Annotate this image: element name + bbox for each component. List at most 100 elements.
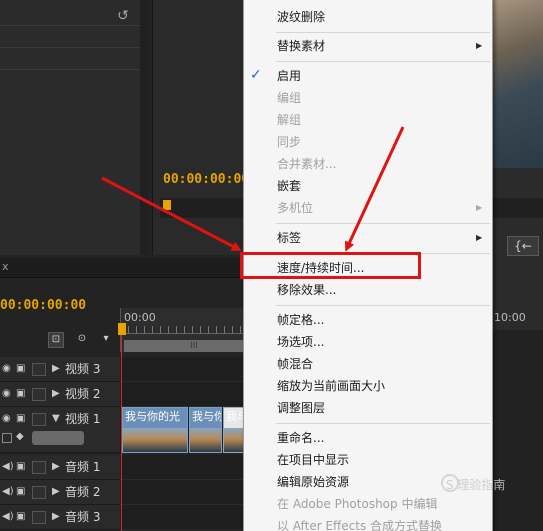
menu-item-frame-blend[interactable]: 帧混合	[277, 356, 313, 372]
menu-separator	[276, 305, 490, 306]
menu-item-reveal-in-project[interactable]: 在项目中显示	[277, 452, 349, 468]
menu-item-nest[interactable]: 嵌套	[277, 178, 301, 194]
track-audio-3: ◀) ▣ ▶ 音频 3	[0, 505, 247, 530]
eye-icon[interactable]: ◉	[2, 363, 14, 375]
menu-item-remove-effects[interactable]: 移除效果...	[277, 282, 336, 298]
expand-arrow-icon[interactable]: ▶	[52, 387, 60, 401]
monitor-timecode[interactable]: 00:00:00:00	[163, 172, 249, 187]
menu-item-merge-clips[interactable]: 合并素材...	[277, 156, 336, 172]
menu-item-replace-with-ae[interactable]: 以 After Effects 合成方式替换	[277, 518, 442, 531]
film-icon[interactable]: ▣	[16, 511, 28, 523]
undo-icon[interactable]: ↺	[114, 8, 132, 24]
watermark-text: S 理验指南	[446, 478, 506, 492]
video-clip[interactable]: 我与你	[189, 407, 222, 453]
project-scrollbar[interactable]	[140, 0, 148, 255]
menu-item-rename[interactable]: 重命名...	[277, 430, 324, 446]
monitor-playhead[interactable]	[163, 200, 171, 210]
menu-item-adjustment-layer[interactable]: 调整图层	[277, 400, 325, 416]
add-marker-icon[interactable]: ▾	[98, 332, 114, 348]
track-header: ◀) ▣ ▶ 音频 2	[0, 480, 120, 505]
project-row[interactable]	[0, 26, 140, 48]
track-label: 音频 2	[65, 485, 101, 499]
menu-separator	[276, 61, 490, 62]
timeline-playhead[interactable]	[118, 323, 126, 335]
lock-toggle[interactable]	[32, 388, 46, 401]
speaker-icon[interactable]: ◀)	[2, 511, 16, 523]
menu-item-multi-camera[interactable]: 多机位	[277, 200, 313, 216]
collapse-arrow-icon[interactable]: ▼	[52, 412, 60, 426]
menu-item-frame-hold[interactable]: 帧定格...	[277, 312, 324, 328]
film-icon[interactable]: ▣	[16, 461, 28, 473]
marker-icon[interactable]: ⊙	[74, 332, 90, 348]
track-label: 视频 2	[65, 387, 101, 401]
display-style-icon[interactable]	[2, 433, 12, 443]
menu-item-group[interactable]: 编组	[277, 90, 301, 106]
menu-item-edit-in-photoshop[interactable]: 在 Adobe Photoshop 中编辑	[277, 496, 437, 512]
expand-arrow-icon[interactable]: ▶	[52, 510, 60, 524]
menu-item-enable[interactable]: 启用	[277, 68, 301, 84]
track-audio-2: ◀) ▣ ▶ 音频 2	[0, 480, 247, 505]
clip-thumbnail	[190, 428, 221, 452]
program-ruler[interactable]	[492, 198, 543, 218]
keyframe-icon[interactable]: ◆	[16, 431, 24, 442]
lock-toggle[interactable]	[32, 461, 46, 474]
monitor-ruler[interactable]	[160, 198, 247, 218]
snap-icon[interactable]: ⊡	[48, 332, 64, 348]
expand-arrow-icon[interactable]: ▶	[52, 362, 60, 376]
menu-item-ungroup[interactable]: 解组	[277, 112, 301, 128]
eye-icon[interactable]: ◉	[2, 413, 14, 425]
menu-item-field-options[interactable]: 场选项...	[277, 334, 324, 350]
track-label: 视频 1	[65, 412, 101, 426]
track-body[interactable]	[120, 382, 247, 407]
eye-icon[interactable]: ◉	[2, 388, 14, 400]
ruler-end-label: 10:00	[494, 311, 526, 324]
ruler-ticks	[120, 326, 247, 334]
film-icon[interactable]: ▣	[16, 486, 28, 498]
highlight-box	[240, 252, 421, 279]
speaker-icon[interactable]: ◀)	[2, 461, 16, 473]
track-video-3: ◉ ▣ ▶ 视频 3	[0, 357, 247, 382]
track-header: ◉ ▣ ▼ 视频 1 ◆	[0, 407, 120, 453]
menu-item-label[interactable]: 标签	[277, 230, 301, 246]
step-back-icon[interactable]: {←	[507, 236, 539, 256]
keyframe-navigator[interactable]	[32, 431, 84, 445]
check-icon: ✓	[250, 67, 262, 83]
video-clip[interactable]: 我与你的光	[122, 407, 188, 453]
close-icon[interactable]: x	[2, 260, 9, 273]
speaker-icon[interactable]: ◀)	[2, 486, 16, 498]
clip-thumbnail	[123, 428, 187, 452]
menu-item-ripple-delete[interactable]: 波纹删除	[277, 9, 325, 25]
timeline-timecode[interactable]: 00:00:00:00	[0, 298, 86, 313]
submenu-arrow-icon: ▶	[476, 203, 483, 212]
clip-title: 我与你	[192, 410, 222, 423]
track-header: ◀) ▣ ▶ 音频 3	[0, 505, 120, 530]
track-body[interactable]	[120, 505, 247, 530]
lock-toggle[interactable]	[32, 363, 46, 376]
track-header: ◉ ▣ ▶ 视频 3	[0, 357, 120, 382]
menu-separator	[276, 223, 490, 224]
menu-item-synchronize[interactable]: 同步	[277, 134, 301, 150]
track-header: ◀) ▣ ▶ 音频 1	[0, 455, 120, 480]
menu-item-scale-to-frame[interactable]: 缩放为当前画面大小	[277, 378, 385, 394]
menu-item-edit-original[interactable]: 编辑原始资源	[277, 474, 349, 490]
lock-toggle[interactable]	[32, 486, 46, 499]
expand-arrow-icon[interactable]: ▶	[52, 460, 60, 474]
lock-toggle[interactable]	[32, 413, 46, 426]
work-area-grip[interactable]: III	[190, 341, 198, 351]
film-icon[interactable]: ▣	[16, 388, 28, 400]
track-body[interactable]	[120, 480, 247, 505]
expand-arrow-icon[interactable]: ▶	[52, 485, 60, 499]
menu-item-replace-footage[interactable]: 替换素材	[277, 38, 325, 54]
project-row[interactable]	[0, 48, 140, 70]
program-monitor-image	[492, 0, 543, 168]
track-video-1: ◉ ▣ ▼ 视频 1 ◆ 我与你的光 我与你 我与	[0, 407, 247, 453]
film-icon[interactable]: ▣	[16, 413, 28, 425]
lock-toggle[interactable]	[32, 511, 46, 524]
track-body[interactable]: 我与你的光 我与你 我与	[120, 407, 247, 453]
playhead-line	[121, 335, 122, 531]
clip-title: 我与你的光	[125, 410, 180, 423]
track-body[interactable]	[120, 455, 247, 480]
work-area-bar[interactable]	[124, 340, 247, 352]
film-icon[interactable]: ▣	[16, 363, 28, 375]
track-body[interactable]	[120, 357, 247, 382]
